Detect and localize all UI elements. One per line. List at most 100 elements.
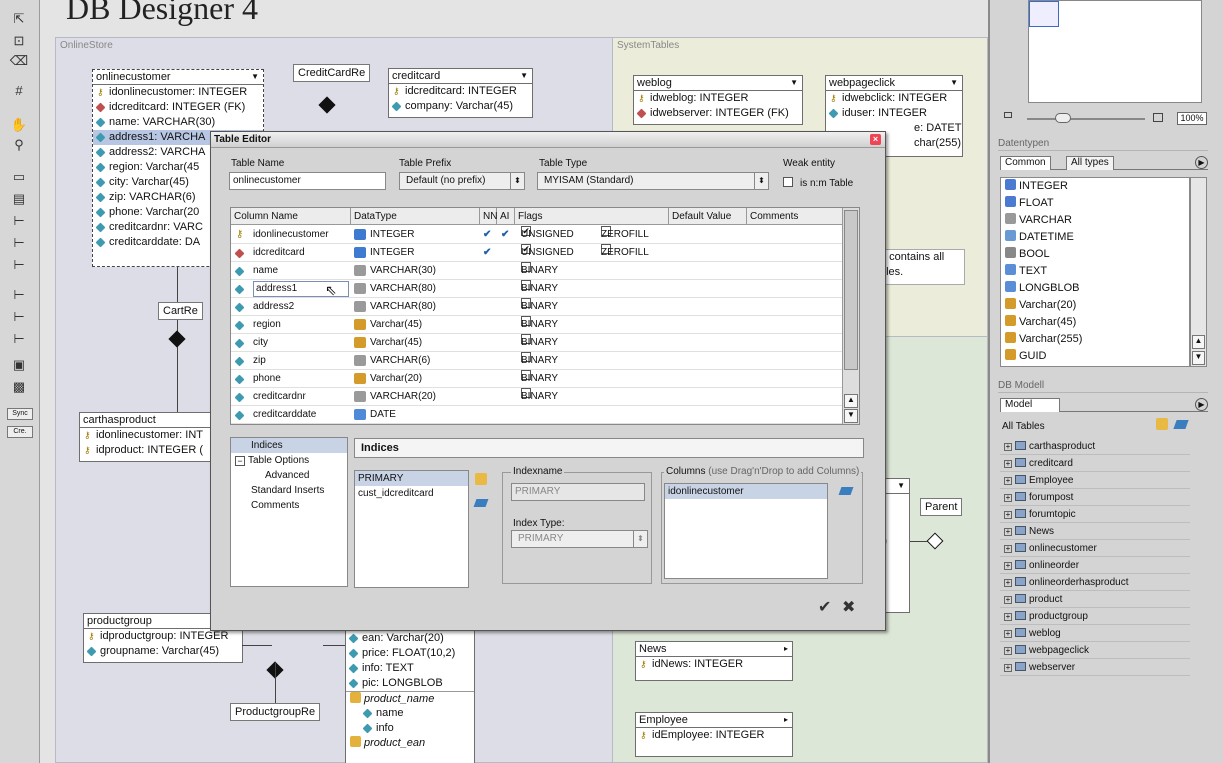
tab-common[interactable]: Common — [1000, 156, 1051, 170]
expand-icon[interactable]: + — [1004, 460, 1012, 468]
zoom-out-icon[interactable] — [1004, 112, 1012, 118]
tree-item-table[interactable]: + carthasproduct — [1000, 438, 1190, 455]
datatype-item[interactable]: FLOAT — [1001, 195, 1189, 212]
grid-row[interactable]: phone Varchar(20) BINARY — [231, 370, 843, 388]
column-name-cell[interactable]: idcreditcard — [253, 244, 305, 262]
chevron-right-icon[interactable]: ▸ — [784, 713, 788, 727]
close-icon[interactable]: × — [870, 134, 881, 145]
expand-icon[interactable]: + — [1004, 664, 1012, 672]
table-creditcard[interactable]: creditcard ▼ ⚷ idcreditcard: INTEGER compa… — [388, 68, 533, 118]
relation-sub-tool-icon[interactable]: ⊢ — [8, 286, 30, 304]
chevron-down-icon[interactable]: ▼ — [950, 76, 958, 90]
ai-checkbox[interactable]: ✔ — [501, 226, 509, 244]
expand-icon[interactable]: + — [1004, 613, 1012, 621]
model-tree[interactable]: + carthasproduct + creditcard + Employee + foru… — [1000, 438, 1205, 676]
note-box[interactable]: n contains all bles. — [875, 249, 965, 285]
note-tool-icon[interactable]: ▣ — [8, 356, 30, 374]
grid-row[interactable]: zip VARCHAR(6) BINARY — [231, 352, 843, 370]
table-type-select[interactable]: MYISAM (Standard) ⬍ — [537, 172, 769, 190]
column-name-cell[interactable]: creditcardnr — [253, 388, 306, 406]
datatypes-list[interactable]: INTEGER FLOAT VARCHAR DATETIME BOOL TEXT LONGB… — [1000, 177, 1190, 367]
model-menu-icon[interactable]: ▶ — [1195, 398, 1208, 411]
zoom-in-icon[interactable] — [1153, 113, 1163, 122]
tree-item-table[interactable]: + creditcard — [1000, 455, 1190, 472]
remove-column-icon[interactable] — [838, 487, 854, 495]
datatype-cell[interactable]: INTEGER — [370, 244, 414, 262]
index-columns-list[interactable]: idonlinecustomer — [664, 483, 828, 579]
sync-button[interactable]: Sync — [7, 408, 33, 420]
tree-item-table[interactable]: + forumtopic — [1000, 506, 1190, 523]
relation-label-cart[interactable]: CartRe — [158, 302, 203, 320]
datatype-cell[interactable]: Varchar(45) — [370, 334, 422, 352]
datatype-item[interactable]: INTEGER — [1001, 178, 1189, 195]
zoom-tool-icon[interactable]: ⚲ — [8, 136, 30, 154]
eraser-icon[interactable] — [1173, 420, 1189, 429]
indexname-input[interactable]: PRIMARY — [511, 483, 645, 501]
grid-tool-icon[interactable]: # — [8, 82, 30, 100]
relation-ident-tool-icon[interactable]: ⊢ — [8, 330, 30, 348]
table-tool-icon[interactable]: ▤ — [8, 190, 30, 208]
datatype-item[interactable]: TEXT — [1001, 263, 1189, 280]
relation-label-productgroup[interactable]: ProductgroupRe — [230, 703, 321, 721]
datatype-item[interactable]: DATETIME — [1001, 229, 1189, 246]
nav-standard-inserts[interactable]: Standard Inserts — [231, 483, 347, 498]
expand-icon[interactable]: + — [1004, 443, 1012, 451]
column-name-cell[interactable]: idonlinecustomer — [253, 226, 329, 244]
datatype-item[interactable]: LONGBLOB — [1001, 280, 1189, 297]
nm-table-checkbox[interactable]: is n:m Table — [783, 177, 853, 189]
datatype-cell[interactable]: VARCHAR(80) — [370, 280, 436, 298]
navigator-viewport[interactable] — [1029, 1, 1059, 27]
tree-item-table[interactable]: + weblog — [1000, 625, 1190, 642]
datatype-cell[interactable]: VARCHAR(30) — [370, 262, 436, 280]
table-prefix-select[interactable]: Default (no prefix) ⬍ — [399, 172, 525, 190]
datatype-cell[interactable]: VARCHAR(20) — [370, 388, 436, 406]
grid-row[interactable]: creditcardnr VARCHAR(20) BINARY — [231, 388, 843, 406]
zoom-slider-thumb[interactable] — [1055, 113, 1071, 123]
expand-icon[interactable]: + — [1004, 528, 1012, 536]
tree-item-table[interactable]: + onlinecustomer — [1000, 540, 1190, 557]
tree-item-table[interactable]: + onlineorderhasproduct — [1000, 574, 1190, 591]
index-item[interactable]: cust_idcreditcard — [355, 486, 468, 501]
tab-model[interactable]: Model — [1000, 398, 1060, 412]
expand-icon[interactable]: + — [1004, 579, 1012, 587]
datatypes-scrollbar[interactable]: ▲ ▼ — [1190, 177, 1207, 367]
column-name-cell[interactable]: creditcarddate — [253, 406, 316, 424]
table-weblog[interactable]: weblog ▼ ⚷ idweblog: INTEGER idwebserver: … — [633, 75, 803, 125]
datatypes-menu-icon[interactable]: ▶ — [1195, 156, 1208, 169]
column-name-cell[interactable]: region — [253, 316, 281, 334]
eraser-tool-icon[interactable]: ⌫ — [8, 52, 30, 70]
region-tool-icon[interactable]: ▭ — [8, 168, 30, 186]
datatype-cell[interactable]: VARCHAR(6) — [370, 352, 430, 370]
zoom-value[interactable]: 100% — [1177, 112, 1207, 125]
column-name-cell[interactable]: city — [253, 334, 268, 352]
datatype-cell[interactable]: DATE — [370, 406, 396, 424]
pointer-tool-icon[interactable]: ⇱ — [8, 10, 30, 28]
table-product[interactable]: ean: Varchar(20) price: FLOAT(10,2) info… — [345, 631, 475, 763]
indices-list[interactable]: PRIMARY cust_idcreditcard — [354, 470, 469, 588]
datatype-cell[interactable]: INTEGER — [370, 226, 414, 244]
table-carthasproduct[interactable]: carthasproduct ⚷ idonlinecustomer: INT ⚷ i… — [79, 412, 219, 462]
hand-tool-icon[interactable]: ✋ — [8, 116, 30, 134]
tree-item-table[interactable]: + Employee — [1000, 472, 1190, 489]
relation-nm-tool-icon[interactable]: ⊢ — [8, 256, 30, 274]
grid-row[interactable]: idcreditcard INTEGER ✔ ✔ UNSIGNED ZEROFILL — [231, 244, 843, 262]
grid-row[interactable]: address1 VARCHAR(80) BINARY — [231, 280, 843, 298]
columns-grid[interactable]: Column Name DataType NN AI Flags Default… — [230, 207, 860, 425]
column-name-cell[interactable]: zip — [253, 352, 266, 370]
zoom-slider[interactable] — [1027, 118, 1145, 120]
image-tool-icon[interactable]: ▩ — [8, 378, 30, 396]
grid-row[interactable]: creditcarddate DATE — [231, 406, 843, 424]
expand-icon[interactable]: + — [1004, 596, 1012, 604]
tree-item-table[interactable]: + webserver — [1000, 659, 1190, 676]
chevron-down-icon[interactable]: ▼ — [790, 76, 798, 90]
column-name-cell[interactable]: phone — [253, 370, 281, 388]
expand-icon[interactable]: + — [1004, 511, 1012, 519]
nn-checkbox[interactable]: ✔ — [483, 244, 491, 262]
expand-icon[interactable]: + — [1004, 647, 1012, 655]
tree-item-table[interactable]: + forumpost — [1000, 489, 1190, 506]
options-nav[interactable]: Indices − Table Options Advanced Standard… — [230, 437, 348, 587]
expand-icon[interactable]: + — [1004, 562, 1012, 570]
expand-icon[interactable]: + — [1004, 477, 1012, 485]
relation-weak-tool-icon[interactable]: ⊢ — [8, 308, 30, 326]
index-item[interactable]: PRIMARY — [355, 471, 468, 486]
